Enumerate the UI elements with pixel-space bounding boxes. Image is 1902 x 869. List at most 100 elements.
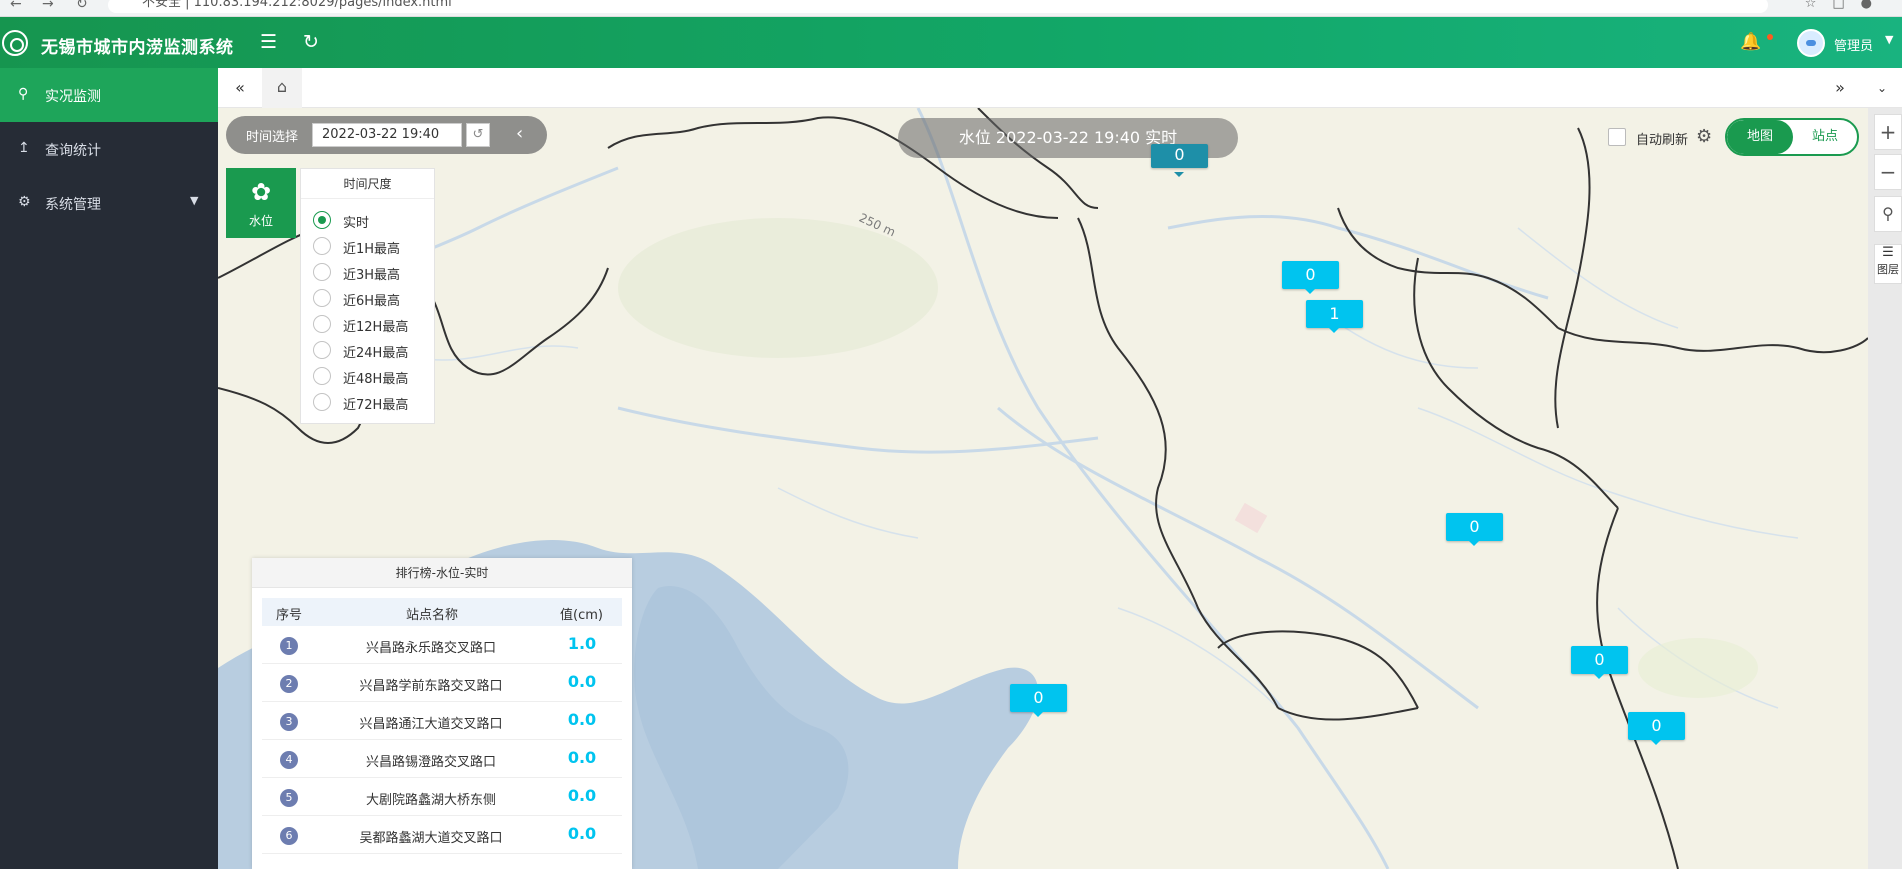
sidebar: ⚲ 实况监测 ↥ 查询统计 ⚙ 系统管理 ▼	[0, 68, 218, 869]
radio[interactable]	[313, 237, 331, 255]
table-row[interactable]: 2 兴昌路学前东路交叉路口 0.0	[262, 664, 622, 702]
radio-selected[interactable]	[313, 211, 331, 229]
rank-badge: 1	[280, 637, 298, 655]
station-value: 0.0	[567, 824, 597, 843]
table-row[interactable]: 6 吴都路蠡湖大道交叉路口 0.0	[262, 816, 622, 854]
avatar[interactable]	[1797, 29, 1825, 57]
forward-icon[interactable]: →	[42, 0, 54, 12]
location-pin-icon: ⚲	[18, 86, 29, 102]
sidebar-item-statistics[interactable]: ↥ 查询统计	[0, 122, 218, 176]
station-marker[interactable]: 0	[1151, 144, 1208, 177]
bell-icon[interactable]: 🔔	[1740, 32, 1761, 52]
station-name: 兴昌路锡澄路交叉路口	[365, 755, 496, 770]
menu-toggle-icon[interactable]: ☰	[260, 31, 277, 53]
column-header: 站点名称	[406, 608, 459, 623]
user-name[interactable]: 管理员	[1834, 35, 1873, 54]
station-marker[interactable]: 0	[1571, 646, 1628, 679]
rank-badge: 4	[280, 751, 298, 769]
station-name: 兴昌路永乐路交叉路口	[365, 641, 496, 656]
address-bar[interactable]: 不安全 | 110.83.194.212:8029/pages/index.ht…	[108, 0, 1768, 13]
home-icon: ⌂	[276, 77, 288, 96]
station-marker[interactable]: 1	[1306, 300, 1363, 333]
table-row[interactable]: 1 兴昌路永乐路交叉路口 1.0	[262, 626, 622, 664]
tab-bar: « ⌂ » ⌄	[218, 68, 1902, 108]
app-header: 无锡市城市内涝监测系统 ☰ ↻ 🔔 管理员 ▼	[0, 17, 1902, 68]
rank-badge: 6	[280, 827, 298, 845]
station-value: 0.0	[567, 786, 597, 805]
table-row[interactable]: 5 大剧院路蠡湖大桥东侧 0.0	[262, 778, 622, 816]
station-marker[interactable]: 0	[1010, 684, 1067, 717]
app-title: 无锡市城市内涝监测系统	[41, 38, 234, 58]
zoom-in-icon[interactable]: +	[1874, 114, 1902, 150]
time-scale-option-label: 近24H最高	[343, 346, 409, 361]
browser-toolbar-icons[interactable]: ☆□●	[1805, 0, 1888, 11]
station-value: 0.0	[567, 710, 597, 729]
radio[interactable]	[313, 289, 331, 307]
sidebar-item-monitoring[interactable]: ⚲ 实况监测	[0, 68, 218, 122]
zoom-out-icon[interactable]: −	[1874, 154, 1902, 190]
ranking-title: 排行榜-水位-实时	[252, 558, 632, 588]
view-map-button[interactable]: 地图	[1727, 120, 1793, 154]
column-header: 值(cm)	[560, 608, 603, 623]
table-row[interactable]: 4 兴昌路锡澄路交叉路口 0.0	[262, 740, 622, 778]
leaf-icon: ✿	[250, 178, 272, 206]
time-selector: 时间选择 2022-03-22 19:40 ↺ ‹	[226, 116, 547, 154]
column-header: 序号	[276, 608, 303, 623]
time-scale-option-label: 近3H最高	[343, 268, 401, 283]
ranking-header: 序号 站点名称 值(cm)	[262, 598, 622, 626]
station-marker[interactable]: 0	[1628, 712, 1685, 745]
station-value: 0.0	[567, 748, 597, 767]
tabs-scroll-right-icon[interactable]: »	[1822, 68, 1858, 108]
layers-control[interactable]: ☰ 图层	[1874, 244, 1902, 284]
auto-refresh-label: 自动刷新	[1636, 133, 1689, 148]
station-marker[interactable]: 0	[1282, 261, 1339, 294]
tabs-scroll-left-icon[interactable]: «	[222, 68, 258, 108]
tab-home[interactable]: ⌂	[262, 68, 302, 108]
radio[interactable]	[313, 263, 331, 281]
chevron-down-icon[interactable]: ▼	[1885, 33, 1893, 46]
ranking-panel: 排行榜-水位-实时 序号 站点名称 值(cm) 1 兴昌路永乐路交叉路口 1.0…	[252, 558, 632, 869]
sidebar-item-label: 系统管理	[45, 197, 101, 213]
station-marker[interactable]: 0	[1446, 513, 1503, 546]
chevron-down-icon: ▼	[190, 194, 199, 207]
rank-badge: 5	[280, 789, 298, 807]
time-selector-label: 时间选择	[246, 130, 299, 145]
refresh-icon[interactable]: ↻	[303, 31, 319, 53]
collapse-chevron-left-icon[interactable]: ‹	[516, 125, 523, 143]
gear-icon: ⚙	[18, 194, 31, 210]
radio[interactable]	[313, 393, 331, 411]
time-scale-option-label: 近6H最高	[343, 294, 401, 309]
sidebar-item-system[interactable]: ⚙ 系统管理 ▼	[0, 176, 218, 230]
reset-time-icon[interactable]: ↺	[466, 123, 490, 147]
logo-icon	[2, 30, 28, 56]
notification-dot	[1767, 34, 1773, 40]
time-scale-option-label: 近12H最高	[343, 320, 409, 335]
tabs-menu-chevron-icon[interactable]: ⌄	[1864, 68, 1900, 108]
time-input[interactable]: 2022-03-22 19:40	[312, 123, 462, 147]
radio[interactable]	[313, 315, 331, 333]
layers-label: 图层	[1877, 263, 1899, 276]
locate-pin-icon[interactable]: ⚲	[1874, 196, 1902, 232]
sidebar-item-label: 查询统计	[45, 143, 101, 159]
time-scale-option-label: 近1H最高	[343, 242, 401, 257]
water-level-layer-button[interactable]: ✿ 水位	[226, 168, 296, 238]
layers-icon: ☰	[1882, 245, 1894, 260]
rank-badge: 2	[280, 675, 298, 693]
station-value: 0.0	[567, 672, 597, 691]
layer-button-label: 水位	[248, 214, 273, 228]
view-station-button[interactable]: 站点	[1793, 120, 1857, 154]
auto-refresh-checkbox[interactable]	[1608, 128, 1626, 146]
settings-gear-icon[interactable]: ⚙	[1696, 126, 1712, 147]
reload-icon[interactable]: ↻	[76, 0, 88, 12]
back-icon[interactable]: ←	[10, 0, 22, 12]
table-row[interactable]: 3 兴昌路通江大道交叉路口 0.0	[262, 702, 622, 740]
time-scale-option-label: 实时	[343, 216, 370, 231]
station-value: 1.0	[567, 634, 597, 653]
sidebar-item-label: 实况监测	[45, 89, 101, 105]
time-scale-title: 时间尺度	[301, 169, 434, 199]
radio[interactable]	[313, 341, 331, 359]
station-name: 兴昌路学前东路交叉路口	[359, 679, 503, 694]
rank-badge: 3	[280, 713, 298, 731]
time-scale-option-label: 近72H最高	[343, 398, 409, 413]
radio[interactable]	[313, 367, 331, 385]
